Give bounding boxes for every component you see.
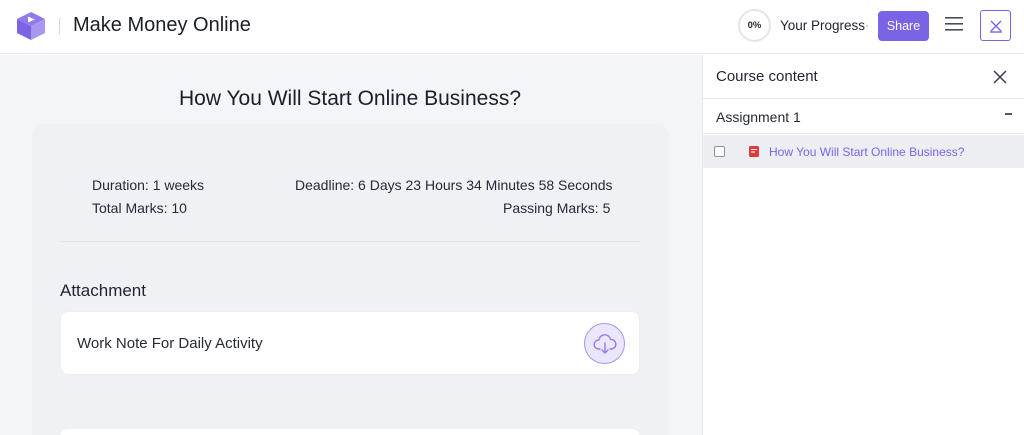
topic-title: Assignment 1	[716, 109, 801, 125]
attachment-name: Work Note For Daily Activity	[77, 335, 263, 352]
duration-label: Duration:	[92, 177, 149, 193]
course-title: Make Money Online	[73, 14, 251, 36]
progress-label: Your Progress	[780, 18, 866, 33]
total-marks-value: 10	[171, 200, 187, 216]
deadline-info: Deadline: 6 Days 23 Hours 34 Minutes 58 …	[295, 177, 613, 193]
passing-marks-info: Passing Marks: 5	[503, 200, 610, 216]
deadline-value: 6 Days 23 Hours 34 Minutes 58 Seconds	[358, 177, 613, 193]
total-marks-info: Total Marks: 10	[92, 200, 187, 216]
close-icon[interactable]	[992, 69, 1008, 85]
passing-marks-label: Passing Marks:	[503, 200, 599, 216]
close-course-button[interactable]	[980, 10, 1011, 41]
assignment-card	[32, 124, 669, 435]
logo-icon[interactable]	[14, 9, 48, 43]
assignment-icon	[749, 146, 759, 157]
header-divider	[59, 18, 60, 34]
topic-header[interactable]: Assignment 1	[703, 99, 1024, 134]
attachment-heading: Attachment	[60, 281, 146, 300]
separator-dot	[866, 25, 868, 27]
sidebar-title: Course content	[716, 68, 818, 85]
duration-info: Duration: 1 weeks	[92, 177, 204, 193]
total-marks-label: Total Marks:	[92, 200, 168, 216]
collapse-minus-icon[interactable]	[1005, 113, 1012, 115]
close-course-icon	[989, 20, 1002, 33]
assignment-title: How You Will Start Online Business?	[179, 87, 521, 110]
top-header: Make Money Online 0% Your Progress Share	[0, 0, 1024, 54]
lesson-checkbox[interactable]	[714, 146, 725, 157]
lesson-link[interactable]: How You Will Start Online Business?	[769, 145, 964, 159]
deadline-label: Deadline:	[295, 177, 355, 193]
share-button[interactable]: Share	[878, 11, 929, 41]
cloud-download-icon	[592, 333, 617, 354]
meta-divider	[60, 241, 640, 242]
download-button[interactable]	[584, 323, 625, 364]
lesson-item[interactable]: How You Will Start Online Business?	[703, 135, 1024, 168]
duration-value: 1 weeks	[152, 177, 205, 193]
course-content-sidebar: Course content Assignment 1 How You Will…	[702, 55, 1024, 435]
passing-marks-value: 5	[602, 200, 611, 216]
progress-circle: 0%	[738, 9, 771, 42]
hamburger-menu-icon[interactable]	[944, 14, 964, 34]
attachment-item: Work Note For Daily Activity	[60, 311, 640, 375]
next-section-card	[60, 429, 640, 435]
